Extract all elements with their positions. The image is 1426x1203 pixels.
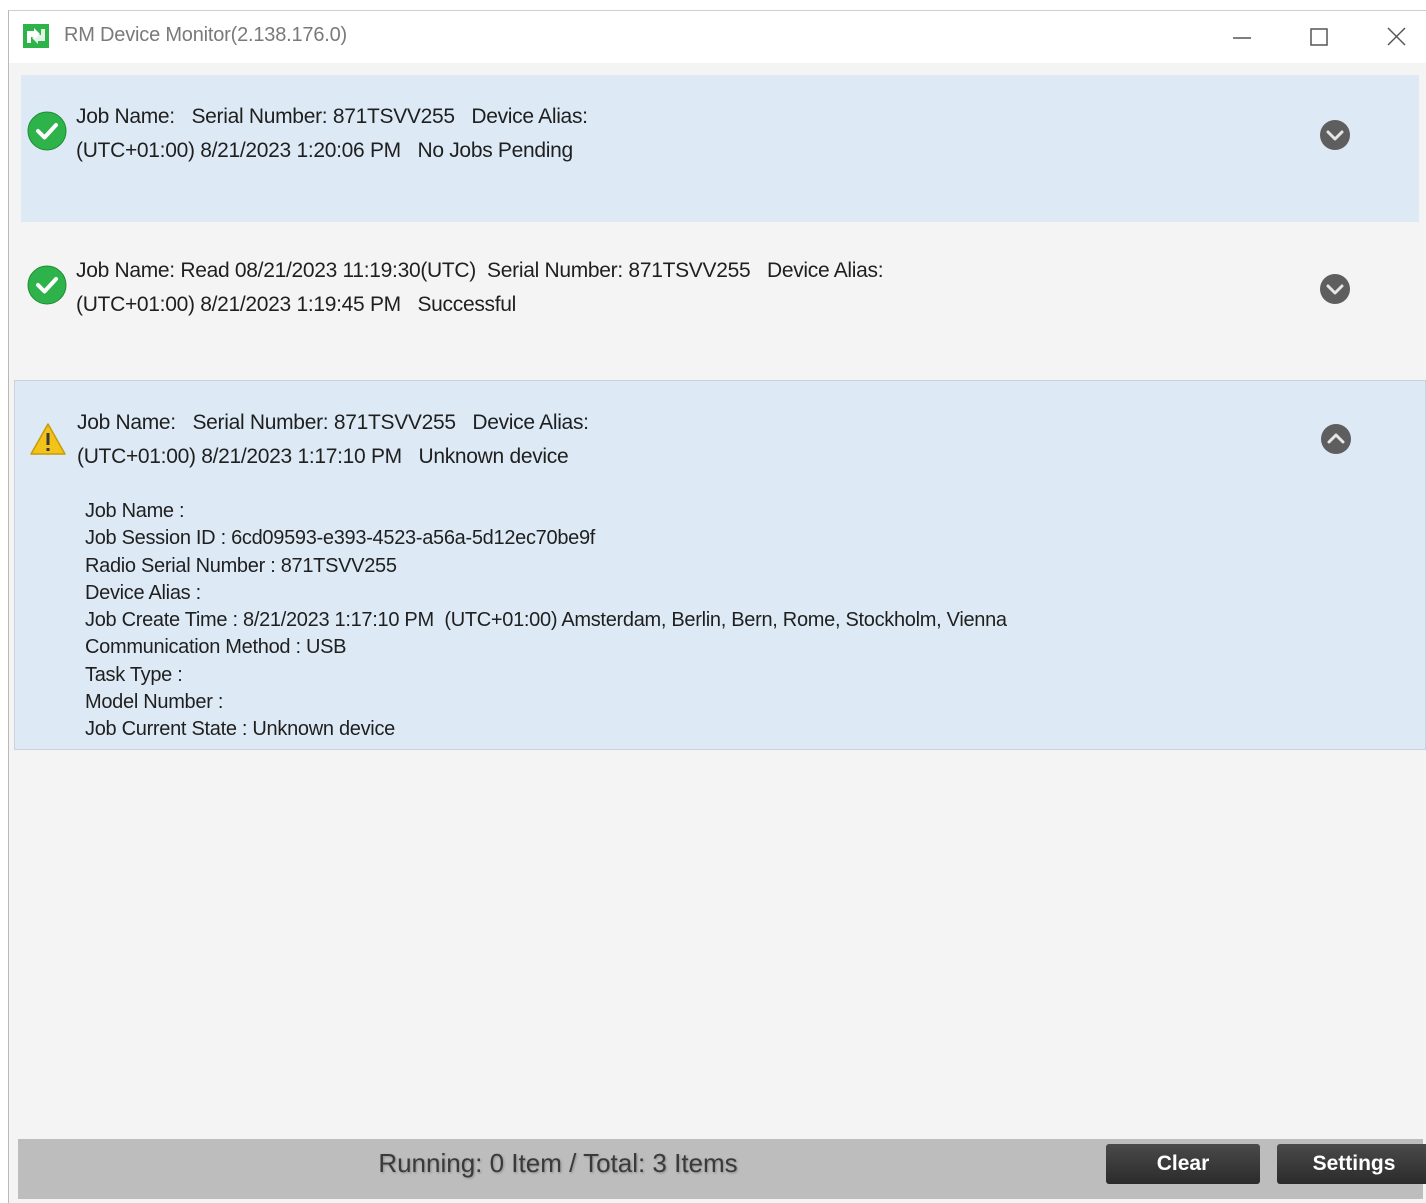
detail-device-alias: Device Alias : (85, 581, 201, 604)
detail-communication-method: Communication Method : USB (85, 636, 347, 659)
chevron-up-circle-icon[interactable] (1319, 422, 1353, 456)
app-icon (23, 24, 49, 48)
close-icon[interactable] (1377, 19, 1417, 55)
detail-job-session-id: Job Session ID : 6cd09593-e393-4523-a56a… (85, 527, 596, 550)
job-status-line: (UTC+01:00) 8/21/2023 1:19:45 PM Success… (76, 293, 517, 316)
job-card-expanded[interactable]: Job Name: Serial Number: 871TSVV255 Devi… (14, 380, 1426, 750)
title-bar[interactable]: RM Device Monitor(2.138.176.0) (9, 11, 1426, 63)
app-window: RM Device Monitor(2.138.176.0) Job Name:… (8, 10, 1426, 1203)
minimize-icon[interactable] (1222, 19, 1262, 55)
detail-radio-serial-number: Radio Serial Number : 871TSVV255 (85, 554, 397, 577)
job-card[interactable]: Job Name: Serial Number: 871TSVV255 Devi… (21, 75, 1419, 222)
detail-job-name: Job Name : (85, 500, 185, 522)
detail-job-current-state: Job Current State : Unknown device (85, 718, 395, 741)
check-circle-icon (27, 265, 67, 305)
clear-button[interactable]: Clear (1106, 1144, 1260, 1184)
job-details: Job Name : Job Session ID : 6cd09593-e39… (85, 498, 1007, 744)
job-summary-line: Job Name: Serial Number: 871TSVV255 Devi… (76, 105, 588, 128)
detail-task-type: Task Type : (85, 663, 183, 686)
settings-button[interactable]: Settings (1277, 1144, 1426, 1184)
maximize-icon[interactable] (1299, 19, 1339, 55)
status-bar: Running: 0 Item / Total: 3 Items Clear S… (18, 1139, 1426, 1199)
detail-model-number: Model Number : (85, 691, 224, 714)
job-status-line: (UTC+01:00) 8/21/2023 1:17:10 PM Unknown… (77, 445, 569, 468)
job-status-line: (UTC+01:00) 8/21/2023 1:20:06 PM No Jobs… (76, 139, 573, 162)
chevron-down-circle-icon[interactable] (1318, 118, 1352, 152)
warning-triangle-icon (30, 423, 66, 455)
chevron-down-circle-icon[interactable] (1318, 272, 1352, 306)
job-summary-line: Job Name: Serial Number: 871TSVV255 Devi… (77, 411, 589, 434)
window-title: RM Device Monitor(2.138.176.0) (64, 24, 348, 46)
check-circle-icon (27, 111, 67, 151)
job-card[interactable]: Job Name: Read 08/21/2023 11:19:30(UTC) … (21, 229, 1419, 376)
job-summary-line: Job Name: Read 08/21/2023 11:19:30(UTC) … (76, 259, 884, 282)
detail-job-create-time: Job Create Time : 8/21/2023 1:17:10 PM (… (85, 609, 1007, 632)
running-status-text: Running: 0 Item / Total: 3 Items (378, 1148, 738, 1178)
